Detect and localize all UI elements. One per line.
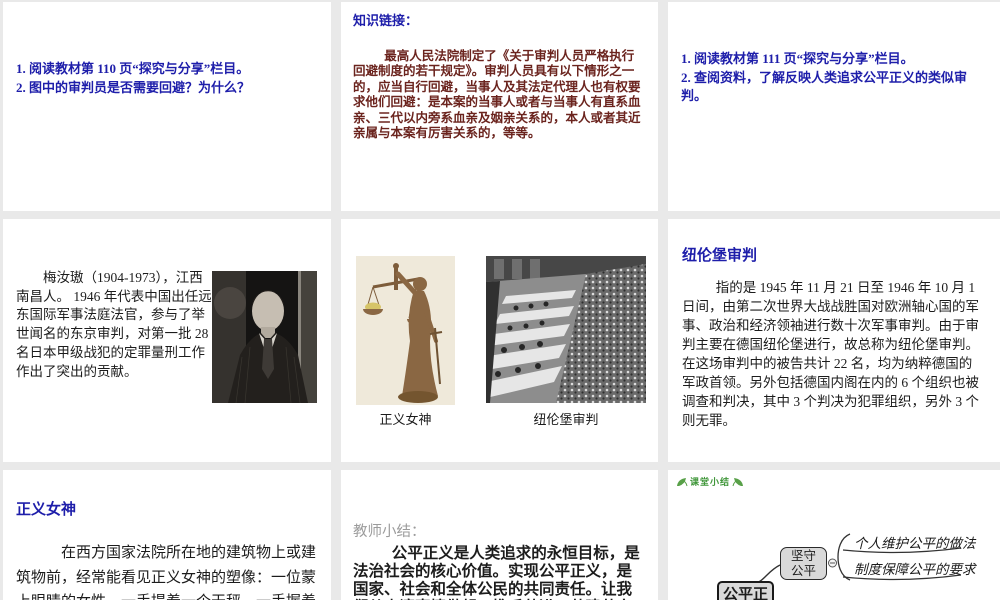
- slide-sorter-grid: 1. 阅读教材第 110 页“探究与分享”栏目。 2. 图中的审判员是否需要回避…: [0, 0, 1000, 600]
- slide-6[interactable]: 纽伦堡审判 指的是 1945 年 11 月 21 日至 1946 年 10 月 …: [668, 219, 1000, 462]
- slide-2[interactable]: 知识链接： 最高人民法院制定了《关于审判人员严格执行回避制度的若干规定》。审判人…: [341, 2, 658, 211]
- task-line: 2. 图中的审判员是否需要回避？为什么？: [16, 79, 317, 98]
- section-body: 指的是 1945 年 11 月 21 日至 1946 年 10 月 1 日间，由…: [682, 278, 985, 430]
- mindmap-leaf-label[interactable]: 制度保障公平的要求: [854, 558, 976, 578]
- slide-4[interactable]: 梅汝璈（1904-1973），江西南昌人。 1946 年代表中国出任远东国际军事…: [3, 219, 331, 462]
- knowledge-link-title: 知识链接：: [353, 10, 645, 29]
- node-label-line: 坚守: [781, 549, 826, 564]
- section-body: 在西方国家法院所在地的建筑物上或建筑物前，经常能看见正义女神的塑像：一位蒙上眼睛…: [16, 541, 317, 600]
- slide-9[interactable]: 课堂小结 坚守 公平 公平正义 个人维护公平的做法 制度保障公平的要求: [668, 470, 1000, 600]
- mindmap-root-node[interactable]: 公平正义: [717, 581, 774, 600]
- mei-ruao-portrait-photo: [212, 271, 317, 403]
- slide-5[interactable]: 正义女神 纽伦堡审判: [341, 219, 658, 462]
- slide-3[interactable]: 1. 阅读教材第 111 页“探究与分享”栏目。 2. 查阅资料，了解反映人类追…: [668, 2, 1000, 211]
- task-line: 1. 阅读教材第 110 页“探究与分享”栏目。: [16, 60, 317, 79]
- collapse-toggle-icon: [829, 559, 837, 567]
- class-summary-badge: 课堂小结: [676, 475, 744, 488]
- biography-paragraph: 梅汝璈（1904-1973），江西南昌人。 1946 年代表中国出任远东国际军事…: [16, 269, 213, 381]
- slide-1[interactable]: 1. 阅读教材第 110 页“探究与分享”栏目。 2. 图中的审判员是否需要回避…: [3, 2, 331, 211]
- section-title: 正义女神: [16, 498, 317, 519]
- image-caption: 正义女神: [356, 409, 455, 428]
- task-line: 1. 阅读教材第 111 页“探究与分享”栏目。: [681, 50, 986, 69]
- slide-8[interactable]: 教师小结： 公平正义是人类追求的永恒目标，是法治社会的核心价值。实现公平正义，是…: [341, 470, 658, 600]
- teacher-summary-label: 教师小结：: [353, 520, 646, 541]
- mindmap-branch-node[interactable]: 坚守 公平: [780, 547, 827, 580]
- teacher-summary-body: 公平正义是人类追求的永恒目标，是法治社会的核心价值。实现公平正义，是国家、社会和…: [353, 545, 646, 600]
- node-label-line: 公平: [781, 564, 826, 579]
- mindmap-leaf-label[interactable]: 个人维护公平的做法: [854, 532, 976, 552]
- task-list: 1. 阅读教材第 110 页“探究与分享”栏目。 2. 图中的审判员是否需要回避…: [3, 2, 331, 97]
- leaf-icon: [676, 477, 688, 487]
- leaf-icon: [732, 477, 744, 487]
- image-caption: 纽伦堡审判: [486, 409, 646, 428]
- slide-7[interactable]: 正义女神 在西方国家法院所在地的建筑物上或建筑物前，经常能看见正义女神的塑像：一…: [3, 470, 331, 600]
- lady-justice-statue-photo: [356, 256, 455, 405]
- class-summary-label: 课堂小结: [690, 475, 730, 488]
- task-line: 2. 查阅资料，了解反映人类追求公平正义的类似审判。: [681, 69, 986, 106]
- knowledge-link-body: 最高人民法院制定了《关于审判人员严格执行回避制度的若干规定》。审判人员具有以下情…: [353, 49, 645, 141]
- section-title: 纽伦堡审判: [682, 244, 985, 265]
- nuremberg-courtroom-photo: [486, 256, 646, 403]
- task-list: 1. 阅读教材第 111 页“探究与分享”栏目。 2. 查阅资料，了解反映人类追…: [668, 2, 1000, 106]
